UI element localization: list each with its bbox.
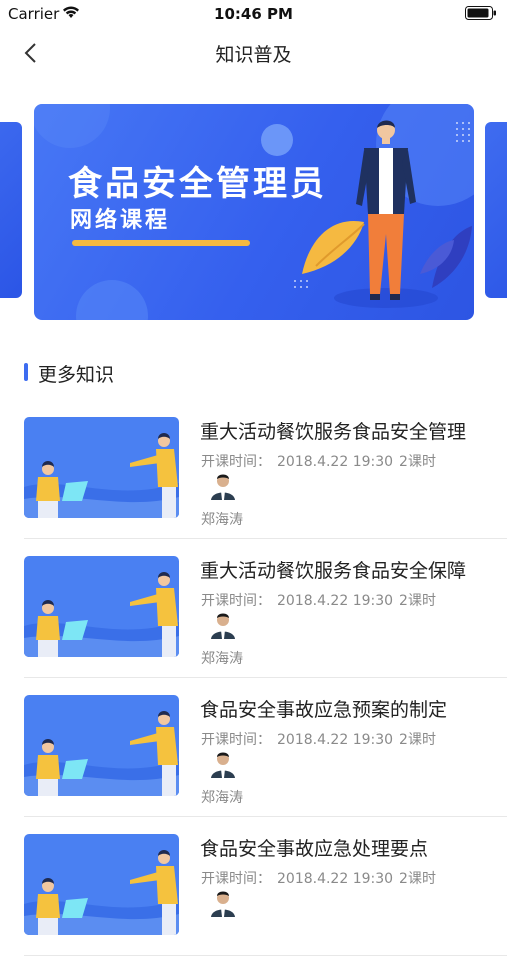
teacher-avatar <box>208 887 238 917</box>
course-time: 2018.4.22 19:30 <box>277 454 394 470</box>
page-title: 知识普及 <box>215 44 292 66</box>
course-meta: 开课时间： 2018.4.22 19:30 2课时 <box>201 729 442 749</box>
featured-course-banner[interactable]: 食品安全管理员 网络课程 <box>34 104 474 320</box>
course-time-label: 开课时间： <box>201 593 271 609</box>
banner-peek-previous[interactable] <box>0 122 22 298</box>
course-hours: 2课时 <box>399 732 436 748</box>
course-title: 重大活动餐饮服务食品安全保障 <box>200 560 467 582</box>
course-time-label: 开课时间： <box>201 871 271 887</box>
course-meta: 开课时间： 2018.4.22 19:30 2课时 <box>201 590 442 610</box>
teacher-avatar <box>208 748 238 778</box>
course-time: 2018.4.22 19:30 <box>277 732 394 748</box>
course-time-label: 开课时间： <box>201 732 271 748</box>
course-title: 重大活动餐饮服务食品安全管理 <box>200 421 467 443</box>
banner-subtitle: 网络课程 <box>70 208 171 233</box>
course-thumbnail <box>24 695 179 796</box>
teacher-avatar <box>208 470 238 500</box>
course-hours: 2课时 <box>399 593 436 609</box>
course-item[interactable]: 食品安全事故应急预案的制定开课时间： 2018.4.22 19:30 2课时 郑海涛 <box>0 678 507 817</box>
clock: 10:46 PM <box>214 5 293 23</box>
banner-peek-next[interactable] <box>485 122 507 298</box>
banner-title: 食品安全管理员 <box>68 164 327 204</box>
section-marker <box>24 363 28 381</box>
course-item[interactable]: 食品安全事故应急处理要点开课时间： 2018.4.22 19:30 2课时 <box>0 817 507 956</box>
course-title: 食品安全事故应急预案的制定 <box>200 699 448 721</box>
teacher-name: 郑海涛 <box>201 651 243 667</box>
section-title: 更多知识 <box>38 364 115 386</box>
course-hours: 2课时 <box>399 454 436 470</box>
banner-carousel[interactable]: 食品安全管理员 网络课程 <box>0 96 507 328</box>
course-hours: 2课时 <box>399 871 436 887</box>
course-time: 2018.4.22 19:30 <box>277 871 394 887</box>
course-time: 2018.4.22 19:30 <box>277 593 394 609</box>
banner-accent-bar <box>72 240 250 246</box>
battery-icon <box>465 6 496 20</box>
course-thumbnail <box>24 834 179 935</box>
teacher-name: 郑海涛 <box>201 512 243 528</box>
navigation-bar: 知识普及 <box>0 28 507 78</box>
course-item[interactable]: 重大活动餐饮服务食品安全保障开课时间： 2018.4.22 19:30 2课时 郑海… <box>0 539 507 678</box>
course-thumbnail <box>24 556 179 657</box>
teacher-avatar <box>208 609 238 639</box>
course-thumbnail <box>24 417 179 518</box>
course-item[interactable]: 重大活动餐饮服务食品安全管理开课时间： 2018.4.22 19:30 2课时 郑海… <box>0 400 507 539</box>
course-time-label: 开课时间： <box>201 454 271 470</box>
teacher-name: 郑海涛 <box>201 790 243 806</box>
course-title: 食品安全事故应急处理要点 <box>200 838 429 860</box>
course-meta: 开课时间： 2018.4.22 19:30 2课时 <box>201 868 442 888</box>
status-bar: Carrier 10:46 PM <box>0 0 507 28</box>
course-meta: 开课时间： 2018.4.22 19:30 2课时 <box>201 451 442 471</box>
